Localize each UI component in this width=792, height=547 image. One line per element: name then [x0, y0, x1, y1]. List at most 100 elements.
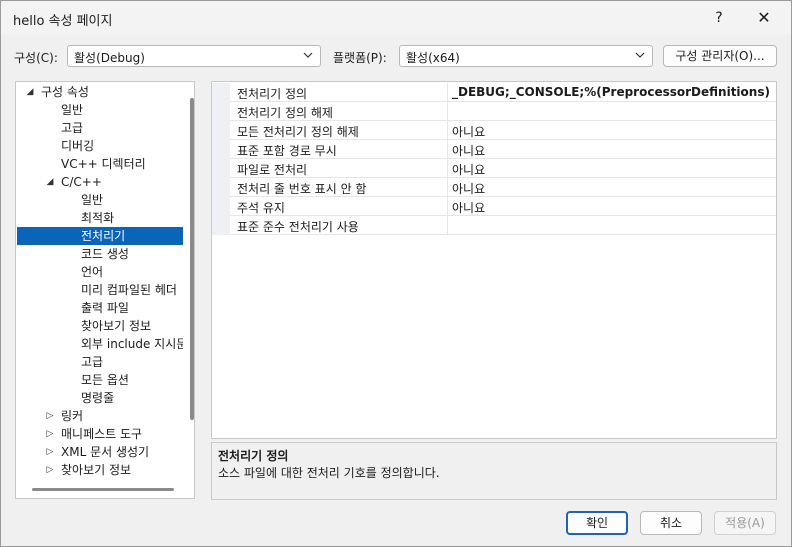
- configuration-dropdown[interactable]: 활성(Debug): [67, 45, 321, 67]
- tree-item[interactable]: ◢ C/C++: [17, 173, 183, 191]
- tree-item[interactable]: 미리 컴파일된 헤더: [17, 281, 183, 299]
- expand-arrow-icon[interactable]: ▷: [45, 443, 55, 461]
- property-row[interactable]: 표준 포함 경로 무시 아니요: [212, 140, 776, 159]
- column-divider: [447, 121, 448, 140]
- tree-item[interactable]: 고급: [17, 353, 183, 371]
- property-row[interactable]: 주석 유지 아니요: [212, 197, 776, 216]
- tree-vertical-scrollbar[interactable]: [190, 98, 194, 420]
- tree-item[interactable]: 모든 옵션: [17, 371, 183, 389]
- expand-arrow-icon[interactable]: ▷: [45, 461, 55, 479]
- tree-item-label: VC++ 디렉터리: [61, 157, 146, 171]
- window-title: hello 속성 페이지: [13, 14, 113, 29]
- configuration-label: 구성(C):: [14, 51, 58, 65]
- tree-item[interactable]: 최적화: [17, 209, 183, 227]
- configuration-manager-button[interactable]: 구성 관리자(O)...: [663, 45, 777, 67]
- property-name: 파일로 전처리: [237, 163, 308, 177]
- tree-item[interactable]: 고급: [17, 119, 183, 137]
- tree-item[interactable]: ◢ 구성 속성: [17, 83, 183, 101]
- platform-dropdown[interactable]: 활성(x64): [399, 45, 653, 67]
- column-divider: [447, 83, 448, 102]
- tree-item-label: 최적화: [81, 211, 115, 225]
- tree-item-label: 모든 옵션: [81, 373, 129, 387]
- row-gutter: [212, 178, 230, 197]
- property-tree[interactable]: ▷ 찾아보기 정보 ▷ XML 문서 생성기 ▷ 매니페스트 도구 ▷ 링커 명령줄 모든 옵션 고…: [15, 81, 195, 499]
- tree-item[interactable]: ▷ 찾아보기 정보: [17, 461, 183, 479]
- tree-item[interactable]: ▷ 링커: [17, 407, 183, 425]
- tree-horizontal-scrollbar[interactable]: [32, 488, 174, 491]
- tree-item-label: 출력 파일: [81, 301, 129, 315]
- property-pages-dialog: hello 속성 페이지 ? ✕ 구성(C): 활성(Debug) 플랫폼(P)…: [0, 0, 792, 547]
- expand-arrow-icon[interactable]: ▷: [45, 425, 55, 443]
- tree-item[interactable]: 출력 파일: [17, 299, 183, 317]
- tree-item-label: 외부 include 지시문: [81, 337, 183, 351]
- property-name: 표준 준수 전처리기 사용: [237, 220, 359, 234]
- property-value[interactable]: 아니요: [452, 123, 485, 140]
- property-value[interactable]: 아니요: [452, 180, 485, 197]
- property-row[interactable]: 전처리기 정의 해제: [212, 102, 776, 121]
- tree-item[interactable]: 전처리기: [17, 227, 183, 245]
- row-gutter: [212, 83, 230, 102]
- property-row[interactable]: 표준 준수 전처리기 사용: [212, 216, 776, 235]
- property-row[interactable]: 전처리 줄 번호 표시 안 함 아니요: [212, 178, 776, 197]
- tree-item[interactable]: 코드 생성: [17, 245, 183, 263]
- property-row[interactable]: 파일로 전처리 아니요: [212, 159, 776, 178]
- row-gutter: [212, 197, 230, 216]
- tree-item-label: 일반: [61, 103, 84, 117]
- property-value[interactable]: 아니요: [452, 199, 485, 216]
- property-value[interactable]: _DEBUG;_CONSOLE;%(PreprocessorDefinition…: [452, 85, 770, 99]
- platform-label: 플랫폼(P):: [333, 51, 387, 65]
- tree-item-label: 매니페스트 도구: [61, 427, 143, 441]
- tree-item[interactable]: 디버깅: [17, 137, 183, 155]
- tree-item-label: 구성 속성: [41, 85, 89, 99]
- tree-item[interactable]: ▷ 매니페스트 도구: [17, 425, 183, 443]
- tree-item-label: 고급: [61, 121, 84, 135]
- tree-item-label: 코드 생성: [81, 247, 129, 261]
- platform-value: 활성(x64): [406, 51, 460, 65]
- tree-item[interactable]: 명령줄: [17, 389, 183, 407]
- property-name: 전처리기 정의 해제: [237, 106, 333, 120]
- tree-item[interactable]: 찾아보기 정보: [17, 317, 183, 335]
- help-button[interactable]: ?: [704, 6, 734, 30]
- tree-item-label: 링커: [61, 409, 84, 423]
- tree-item[interactable]: ▷ XML 문서 생성기: [17, 443, 183, 461]
- property-row[interactable]: 모든 전처리기 정의 해제 아니요: [212, 121, 776, 140]
- title-bar: hello 속성 페이지 ? ✕: [1, 1, 791, 35]
- tree-item[interactable]: 일반: [17, 101, 183, 119]
- tree-item[interactable]: 언어: [17, 263, 183, 281]
- cancel-button[interactable]: 취소: [640, 511, 702, 535]
- property-grid[interactable]: 전처리기 정의 _DEBUG;_CONSOLE;%(PreprocessorDef…: [211, 81, 777, 439]
- property-name: 전처리 줄 번호 표시 안 함: [237, 182, 367, 196]
- configuration-value: 활성(Debug): [74, 51, 145, 65]
- expand-arrow-icon[interactable]: ▷: [45, 407, 55, 425]
- tree-item[interactable]: 일반: [17, 191, 183, 209]
- tree-item[interactable]: 외부 include 지시문: [17, 335, 183, 353]
- row-gutter: [212, 121, 230, 140]
- collapse-arrow-icon[interactable]: ◢: [25, 83, 35, 101]
- property-name: 표준 포함 경로 무시: [237, 144, 337, 158]
- close-button[interactable]: ✕: [749, 6, 779, 30]
- property-row[interactable]: 전처리기 정의 _DEBUG;_CONSOLE;%(PreprocessorDef…: [212, 83, 776, 102]
- property-name: 주석 유지: [237, 201, 285, 215]
- tree-item-label: 일반: [81, 193, 104, 207]
- collapse-arrow-icon[interactable]: ◢: [45, 173, 55, 191]
- tree-item-label: C/C++: [61, 175, 102, 189]
- chevron-down-icon: [303, 52, 313, 58]
- tree-item-label: 전처리기: [81, 229, 126, 243]
- column-divider: [447, 102, 448, 121]
- column-divider: [447, 197, 448, 216]
- ok-button[interactable]: 확인: [566, 511, 628, 535]
- apply-button[interactable]: 적용(A): [714, 511, 776, 535]
- tree-item-label: 디버깅: [61, 139, 95, 153]
- tree-item-label: 언어: [81, 265, 104, 279]
- tree-item-label: 명령줄: [81, 391, 115, 405]
- tree-item-label: 찾아보기 정보: [81, 319, 152, 333]
- tree-item-label: 찾아보기 정보: [61, 463, 132, 477]
- property-value[interactable]: 아니요: [452, 142, 485, 159]
- column-divider: [447, 159, 448, 178]
- property-value[interactable]: 아니요: [452, 161, 485, 178]
- description-panel: 전처리기 정의 소스 파일에 대한 전처리 기호를 정의합니다.: [211, 442, 777, 500]
- description-text: 소스 파일에 대한 전처리 기호를 정의합니다.: [218, 466, 440, 480]
- tree-item-label: 고급: [81, 355, 104, 369]
- tree-item[interactable]: VC++ 디렉터리: [17, 155, 183, 173]
- column-divider: [447, 178, 448, 197]
